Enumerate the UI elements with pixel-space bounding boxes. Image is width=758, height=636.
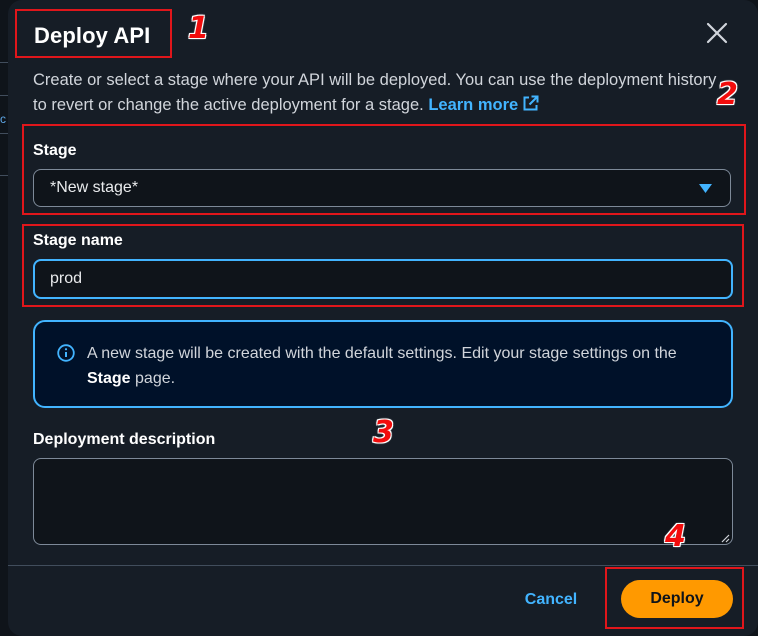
learn-more-link[interactable]: Learn more — [428, 95, 539, 114]
annotation-number-4: 4 — [665, 519, 686, 554]
footer-divider — [8, 565, 758, 566]
stage-select-value[interactable]: *New stage* — [50, 179, 138, 197]
learn-more-label[interactable]: Learn more — [428, 96, 518, 114]
close-icon[interactable] — [706, 22, 728, 44]
info-icon — [57, 344, 75, 362]
divider — [0, 62, 8, 63]
deployment-description-label: Deployment description — [33, 431, 216, 448]
divider — [0, 175, 8, 176]
deploy-button[interactable]: Deploy — [621, 580, 733, 618]
divider — [0, 133, 8, 134]
stage-select[interactable]: *New stage* — [33, 169, 731, 207]
resize-handle-icon[interactable] — [721, 534, 730, 543]
external-link-icon[interactable] — [522, 95, 539, 112]
stage-name-label: Stage name — [33, 232, 123, 249]
alert-text-main: A new stage will be created with the def… — [87, 345, 677, 362]
stage-name-input[interactable] — [33, 259, 733, 299]
annotation-number-3: 3 — [373, 415, 394, 450]
caret-down-icon[interactable] — [699, 184, 712, 194]
cancel-button[interactable]: Cancel — [511, 582, 591, 618]
annotation-number-2: 2 — [717, 77, 738, 112]
close-button[interactable] — [702, 18, 732, 48]
info-alert-text: A new stage will be created with the def… — [87, 341, 707, 391]
deployment-description-textarea[interactable] — [33, 458, 733, 545]
deploy-api-modal: Deploy API Create or select a stage wher… — [8, 0, 758, 636]
stage-label: Stage — [33, 142, 77, 159]
annotation-number-1: 1 — [188, 11, 209, 46]
divider — [0, 95, 8, 96]
modal-description: Create or select a stage where your API … — [33, 68, 723, 118]
modal-title: Deploy API — [34, 23, 151, 48]
description-text: Create or select a stage where your API … — [33, 71, 717, 114]
truncated-text: c — [0, 112, 6, 126]
alert-text-stage: Stage — [87, 370, 131, 387]
background-page-edge: c — [0, 0, 8, 636]
info-alert: A new stage will be created with the def… — [33, 320, 733, 408]
alert-text-end: page. — [135, 370, 176, 387]
